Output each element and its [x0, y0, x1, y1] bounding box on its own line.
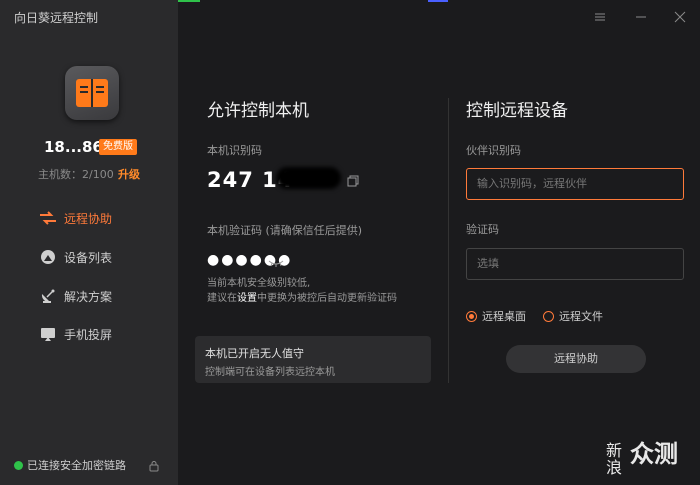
- security-warning: 当前本机安全级别较低, 建议在设置中更换为被控后自动更新验证码: [207, 276, 397, 306]
- nav-item-label: 解决方案: [64, 289, 113, 304]
- nav-item-label: 设备列表: [64, 250, 113, 265]
- nav-item-remote-assist[interactable]: 远程协助: [38, 207, 112, 229]
- watermark: 新 浪 众测: [606, 441, 678, 477]
- device-code-label: 本机识别码: [207, 144, 262, 157]
- remote-assist-icon: [38, 208, 58, 228]
- section-divider: [448, 98, 449, 383]
- minimize-icon[interactable]: [635, 8, 651, 24]
- warning-prefix: 建议在: [207, 293, 237, 304]
- notice-title: 本机已开启无人值守: [205, 347, 304, 360]
- radio-checked-icon: [466, 310, 477, 322]
- nav-item-device-list[interactable]: 设备列表: [38, 246, 112, 268]
- close-icon[interactable]: [674, 8, 690, 24]
- warning-line-1: 当前本机安全级别较低,: [207, 278, 311, 289]
- lock-icon[interactable]: [148, 457, 160, 476]
- top-accent-green: [178, 0, 200, 2]
- user-id: 18...86: [44, 138, 103, 156]
- verify-code-input-label: 验证码: [466, 223, 499, 236]
- free-edition-badge: 免费版: [99, 139, 137, 155]
- radio-label: 远程桌面: [482, 310, 526, 323]
- cast-icon: [38, 324, 58, 344]
- menu-icon[interactable]: [594, 8, 610, 24]
- radio-remote-files[interactable]: 远程文件: [543, 308, 603, 324]
- watermark-big: 众测: [630, 440, 678, 468]
- copy-icon[interactable]: [347, 172, 359, 191]
- top-accent-blue: [428, 0, 448, 2]
- control-remote-title: 控制远程设备: [466, 101, 568, 121]
- partner-code-label: 伙伴识别码: [466, 144, 521, 157]
- eye-closed-icon[interactable]: [268, 253, 284, 272]
- connection-status-text: 已连接安全加密链路: [27, 459, 126, 472]
- partner-code-input[interactable]: 输入识别码，远程伙伴: [466, 168, 684, 200]
- watermark-line-2: 浪: [606, 458, 623, 477]
- app-title: 向日葵远程控制: [14, 11, 99, 25]
- notice-subtitle: 控制端可在设备列表远控本机: [205, 367, 335, 378]
- main-panel: 允许控制本机 本机识别码 247 14 本机验证码 (请确保信任后提供) ●●●…: [178, 0, 700, 485]
- redaction-mark: [276, 167, 341, 189]
- status-dot-icon: [14, 460, 23, 470]
- nav-item-solutions[interactable]: 解决方案: [38, 285, 112, 307]
- satellite-icon: [38, 286, 58, 306]
- watermark-line-1: 新: [606, 441, 623, 460]
- nav-item-label: 远程协助: [64, 211, 113, 226]
- nav-item-label: 手机投屏: [64, 327, 113, 342]
- warning-line-2: 建议在设置中更换为被控后自动更新验证码: [207, 291, 397, 306]
- nav-item-screen-cast[interactable]: 手机投屏: [38, 323, 112, 345]
- warning-suffix: 中更换为被控后自动更新验证码: [257, 293, 397, 304]
- settings-link[interactable]: 设置: [237, 293, 257, 304]
- verify-code-input[interactable]: 选填: [466, 248, 684, 280]
- radio-label: 远程文件: [559, 310, 603, 323]
- host-count: 主机数：2/100: [38, 168, 114, 181]
- allow-control-title: 允许控制本机: [207, 101, 309, 121]
- device-list-icon: [38, 247, 58, 267]
- verify-code-label: 本机验证码 (请确保信任后提供): [207, 224, 363, 237]
- unattended-notice[interactable]: 本机已开启无人值守 控制端可在设备列表远控本机: [195, 336, 431, 383]
- app-logo-icon: [65, 66, 119, 120]
- upgrade-link[interactable]: 升级: [118, 166, 140, 182]
- connection-status: 已连接安全加密链路: [14, 457, 126, 473]
- remote-assist-button[interactable]: 远程协助: [506, 345, 646, 373]
- sidebar: 向日葵远程控制 18...86 免费版 主机数：2/100 升级 远程协助 设备…: [0, 0, 178, 485]
- radio-unchecked-icon: [543, 310, 554, 322]
- radio-remote-desktop[interactable]: 远程桌面: [466, 308, 526, 324]
